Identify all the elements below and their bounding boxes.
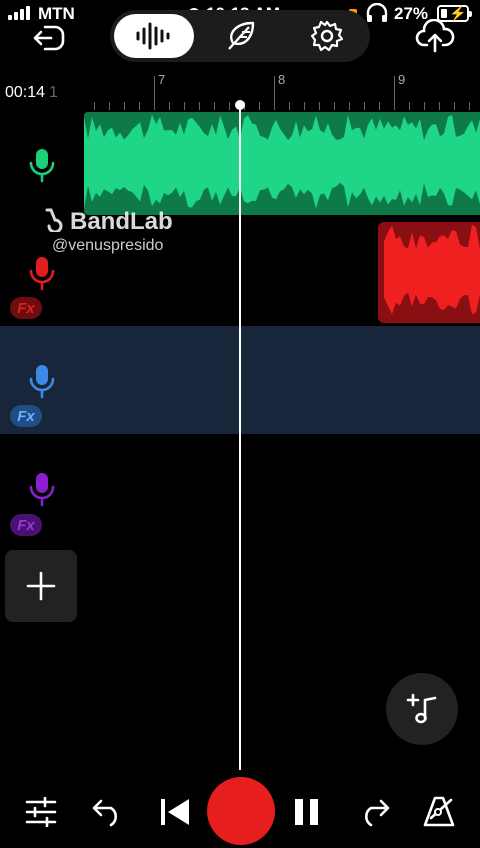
ruler-tick bbox=[229, 102, 230, 110]
track-1-mic[interactable] bbox=[24, 145, 60, 185]
time-position-value: 00:14 bbox=[5, 84, 46, 101]
headphones-icon bbox=[366, 3, 388, 22]
ruler-tick bbox=[439, 102, 440, 110]
mixer-icon bbox=[25, 797, 57, 827]
pause-button[interactable] bbox=[279, 784, 335, 840]
ruler-tick bbox=[169, 102, 170, 110]
feather-icon bbox=[228, 21, 255, 50]
fx-badge[interactable]: Fx bbox=[10, 297, 42, 319]
waveform-shape bbox=[84, 114, 480, 209]
microphone-icon bbox=[29, 365, 55, 399]
waveform-mode-button[interactable] bbox=[114, 14, 194, 58]
exit-icon bbox=[33, 25, 65, 51]
bandlab-logo bbox=[45, 208, 63, 234]
ruler-tick bbox=[304, 102, 305, 110]
time-position: 00:14 1 bbox=[5, 84, 58, 102]
skip-back-icon bbox=[161, 799, 189, 825]
microphone-icon bbox=[29, 257, 55, 291]
settings-button[interactable] bbox=[305, 14, 349, 58]
ruler-tick bbox=[319, 102, 320, 110]
brand-name: BandLab bbox=[70, 208, 173, 235]
skip-back-button[interactable] bbox=[147, 784, 203, 840]
audio-region[interactable] bbox=[84, 112, 480, 215]
metronome-button[interactable] bbox=[412, 784, 468, 840]
ruler-tick bbox=[424, 102, 425, 110]
microphone-icon bbox=[29, 149, 55, 183]
plus-icon bbox=[26, 571, 56, 601]
ruler-tick bbox=[124, 102, 125, 110]
undo-button[interactable] bbox=[80, 784, 136, 840]
bandlab-watermark: BandLab bbox=[42, 206, 173, 236]
ruler-bar-tick bbox=[274, 76, 275, 110]
ruler-bar-tick bbox=[154, 76, 155, 110]
mixer-button[interactable] bbox=[13, 784, 69, 840]
playhead-handle[interactable] bbox=[235, 100, 245, 110]
record-button[interactable] bbox=[207, 777, 275, 845]
ruler-tick bbox=[289, 102, 290, 110]
track-2-mic[interactable] bbox=[24, 253, 60, 293]
ruler-tick bbox=[139, 102, 140, 110]
bar-number: 8 bbox=[278, 72, 286, 87]
watermark-username: @venuspresido bbox=[52, 237, 164, 254]
ruler-bar-tick bbox=[394, 76, 395, 110]
fx-badge[interactable]: Fx bbox=[10, 405, 42, 427]
ruler-tick bbox=[214, 102, 215, 110]
playhead-line[interactable] bbox=[239, 102, 241, 770]
add-track-button[interactable] bbox=[5, 550, 77, 622]
bar-number: 7 bbox=[158, 72, 166, 87]
audio-region[interactable] bbox=[378, 222, 480, 323]
bar-number: 9 bbox=[398, 72, 406, 87]
gear-icon bbox=[310, 20, 344, 52]
metronome-icon bbox=[423, 796, 455, 827]
waveform-shape bbox=[384, 224, 480, 315]
microphone-icon bbox=[29, 473, 55, 507]
undo-icon bbox=[92, 799, 118, 827]
ruler-tick bbox=[199, 102, 200, 110]
exit-button[interactable] bbox=[26, 18, 70, 58]
pause-icon bbox=[295, 799, 318, 825]
music-note-plus-icon bbox=[406, 693, 437, 724]
ruler-tick bbox=[409, 102, 410, 110]
ruler-tick bbox=[184, 102, 185, 110]
fx-badge[interactable]: Fx bbox=[10, 514, 42, 536]
redo-button[interactable] bbox=[346, 784, 402, 840]
upload-button[interactable] bbox=[412, 16, 458, 56]
ruler-tick bbox=[379, 102, 380, 110]
ruler-tick bbox=[94, 102, 95, 110]
waveform bbox=[84, 114, 480, 209]
add-instrument-button[interactable] bbox=[386, 673, 458, 745]
edit-mode-button[interactable] bbox=[218, 14, 262, 58]
track-4-mic[interactable] bbox=[24, 469, 60, 509]
cloud-upload-icon bbox=[415, 19, 455, 53]
waveform bbox=[384, 224, 480, 315]
track-3-mic[interactable] bbox=[24, 361, 60, 401]
redo-icon bbox=[364, 799, 390, 827]
ruler-tick bbox=[469, 102, 470, 110]
ruler-tick bbox=[259, 102, 260, 110]
timeline-ruler[interactable]: 7 8 9 bbox=[84, 70, 480, 110]
ruler-tick bbox=[334, 102, 335, 110]
ruler-tick bbox=[454, 102, 455, 110]
waveform-icon bbox=[136, 22, 170, 50]
ruler-tick bbox=[349, 102, 350, 110]
beat-value: 1 bbox=[49, 84, 58, 101]
ruler-tick bbox=[364, 102, 365, 110]
ruler-tick bbox=[109, 102, 110, 110]
